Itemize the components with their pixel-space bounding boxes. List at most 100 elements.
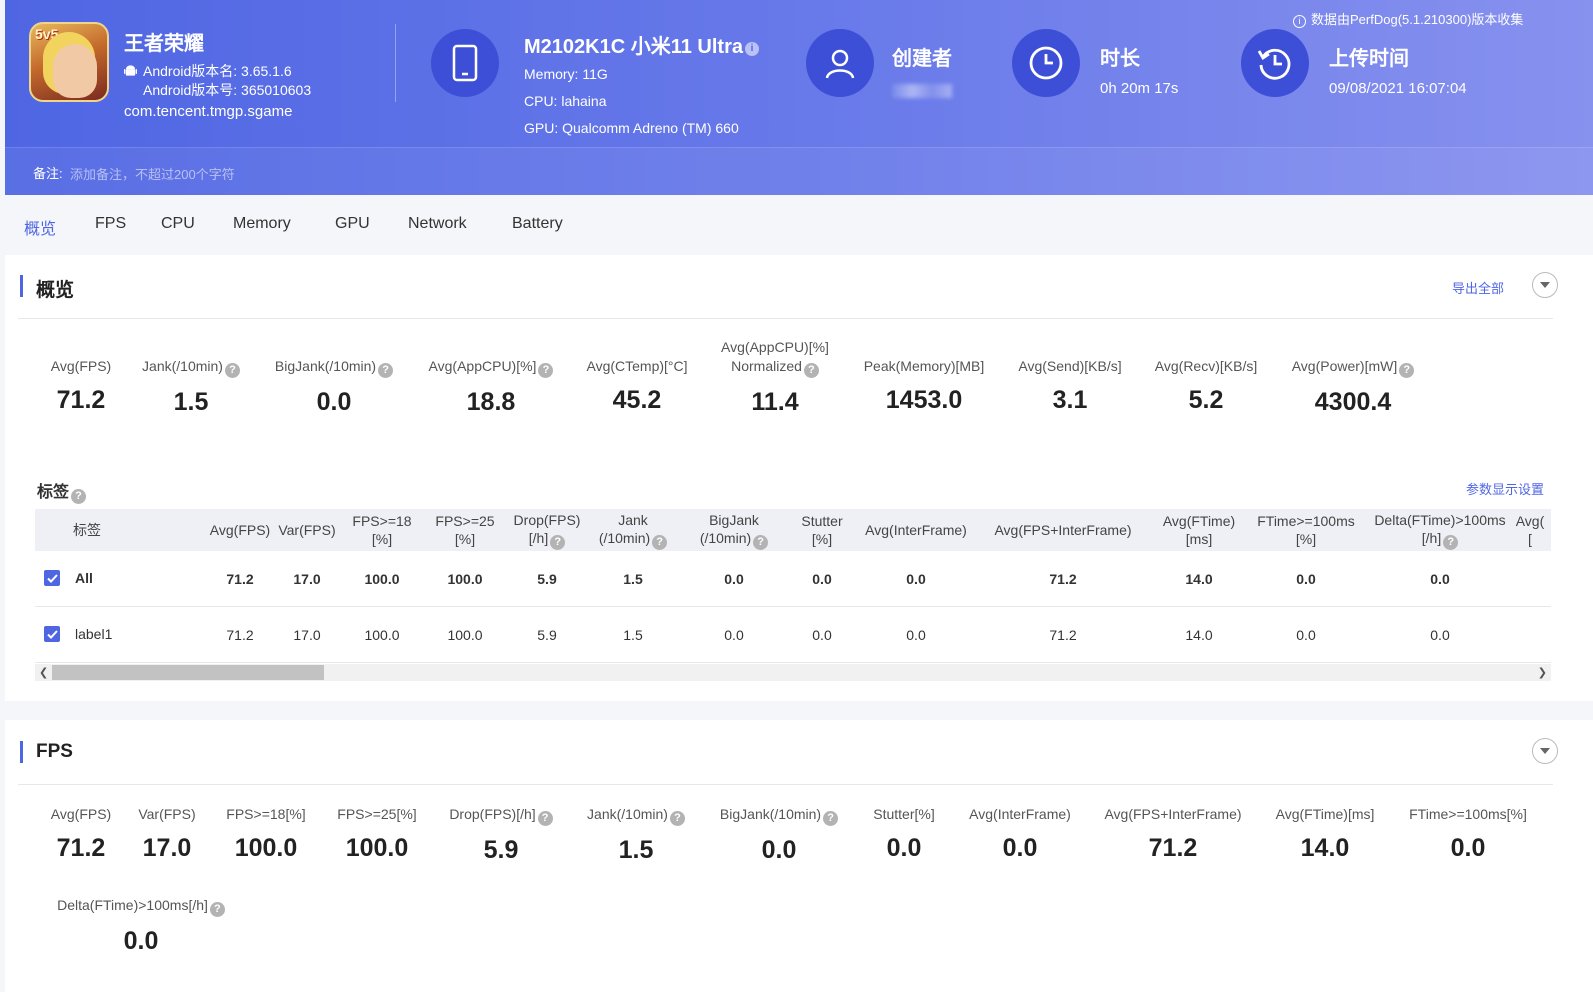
table-header-line: (/10min)? [598,529,668,550]
table-header-line: 标签 [73,522,101,538]
app-name: 王者荣耀 [124,33,204,55]
device-info-icon[interactable]: i [744,42,759,56]
table-header-text: [%] [1295,531,1317,547]
table-header-label: 标签 [73,521,101,539]
scroll-left-icon[interactable]: ❮ [39,666,48,679]
tab-network[interactable]: Network [408,215,467,233]
export-all-link[interactable]: 导出全部 [1452,278,1504,297]
table-header-text: (/10min) [598,529,651,546]
tab-battery[interactable]: Battery [512,215,563,233]
table-header-line: FPS>=18 [352,513,412,529]
table-header-cell: Avg(InterFrame) [856,509,976,551]
table-cell: 100.0 [447,571,483,587]
table-header-line: [/h]? [514,529,581,550]
help-icon[interactable]: ? [753,534,769,550]
table-header-cell: FPS>=25 [%] [425,509,505,551]
device-cpu: CPU: lahaina [524,93,607,109]
table-header-cell: Var(FPS) [272,509,342,551]
table-header-line: [%] [801,530,842,548]
table-header-label: Avg(FTime) [ms] [1163,512,1235,548]
help-icon[interactable]: ? [71,489,87,504]
table-cell: 71.2 [1049,627,1077,643]
app-icon-art [53,44,97,98]
help-icon[interactable]: ? [378,363,394,378]
tab-memory[interactable]: Memory [233,215,291,233]
stat-label: Avg(Power)[mW]? [1263,357,1443,378]
note-input[interactable] [70,165,370,183]
table-header-label: FPS>=25 [%] [435,512,494,548]
scrollbar-thumb[interactable] [52,665,324,680]
table-cell: 1.5 [623,627,643,643]
device-name: M2102K1C 小米11 Ultra [524,36,743,58]
table-header-text: [%] [371,531,393,547]
table-header-cell: BigJank (/10min)? [689,509,779,551]
table-header-label: FPS>=18 [%] [352,512,411,548]
table-header-cell: FTime>=100ms [%] [1246,509,1366,551]
user-icon [806,29,874,97]
table-header-line: Var(FPS) [278,522,336,538]
tab-gpu[interactable]: GPU [335,215,370,233]
overview-divider [18,318,1553,319]
stat-label-text: Avg(Recv)[KB/s] [1154,358,1258,374]
stat-value: 0.0 [316,388,352,416]
help-icon[interactable]: ? [550,534,566,550]
table-header-line: Avg(FPS+InterFrame) [994,522,1132,538]
table-header-text: [ [1528,531,1532,547]
help-icon[interactable]: ? [1399,363,1415,378]
table-row: label1 71.2 17.0 100.0 100.0 5.9 1.5 0.0 0.0 0.0 7… [35,607,1551,663]
table-cell: 14.0 [1185,627,1213,643]
stat-label-text: Normalized [731,358,802,374]
table-header-text: [ms] [1185,531,1213,547]
scroll-right-icon[interactable]: ❯ [1538,666,1547,679]
table-horizontal-scrollbar[interactable]: ❮ ❯ [35,664,1551,681]
fps-collapse-button[interactable] [1532,738,1558,764]
help-icon[interactable]: ? [652,534,668,550]
stat-label-text: Avg(FPS+InterFrame) [1104,806,1242,822]
help-icon[interactable]: ? [224,363,240,378]
table-header-cell: 标签 [57,509,117,551]
table-header-line: [ [1516,530,1545,548]
table-header-line: Avg(FPS) [209,522,271,538]
fps-title: FPS [36,741,73,762]
row-checkbox[interactable] [44,626,60,642]
tags-title-text: 标签 [37,484,70,501]
table-header-text: [%] [454,531,476,547]
fps-divider [18,784,1553,785]
check-icon [46,573,58,583]
table-cell: 100.0 [364,627,400,643]
table-header-label: Delta(FTime)>100ms [/h]? [1374,511,1506,550]
clock-icon [1012,29,1080,97]
package-name: com.tencent.tmgp.sgame [124,103,293,120]
stat-label-text: Peak(Memory)[MB] [863,358,985,374]
help-icon[interactable]: ? [209,902,225,917]
stat-label-text: BigJank(/10min) [274,358,377,374]
android-version-code: Android版本号: 365010603 [143,82,312,98]
creator-label: 创建者 [892,48,952,70]
tab-overview[interactable]: 概览 [24,215,56,239]
table-header-text: (/10min) [699,529,752,546]
help-icon[interactable]: ? [803,363,819,378]
tab-cpu[interactable]: CPU [161,215,195,233]
table-header-line: Jank [618,511,648,528]
overview-collapse-button[interactable] [1532,272,1558,298]
table-header-cell: Avg(FTime) [ms] [1149,509,1249,551]
note-label: 备注: [33,166,63,181]
stat-label: BigJank(/10min)? [244,357,424,378]
info-icon: i [1293,15,1306,28]
check-icon [46,629,58,639]
stat-label-text: Avg(FTime)[ms] [1275,806,1375,822]
row-label: All [75,570,93,586]
table-header: 标签 Avg(FPS) Var(FPS) FPS>=18 [%] FPS>=25 [%] Dr… [35,509,1551,551]
table-header-text: [%] [811,531,833,547]
duration-label: 时长 [1100,48,1140,70]
table-cell: 0.0 [812,627,832,643]
creator-name-redacted [892,84,952,98]
row-checkbox[interactable] [44,570,60,586]
table-row: All 71.2 17.0 100.0 100.0 5.9 1.5 0.0 0.0 0.0 71.2… [35,551,1551,607]
tab-fps[interactable]: FPS [95,215,126,233]
help-icon[interactable]: ? [1443,534,1459,550]
display-settings-link[interactable]: 参数显示设置 [1466,479,1544,498]
overview-title: 概览 [36,280,75,301]
help-icon[interactable]: ? [669,811,685,826]
table-header-line: Avg(FTime) [1162,513,1236,529]
